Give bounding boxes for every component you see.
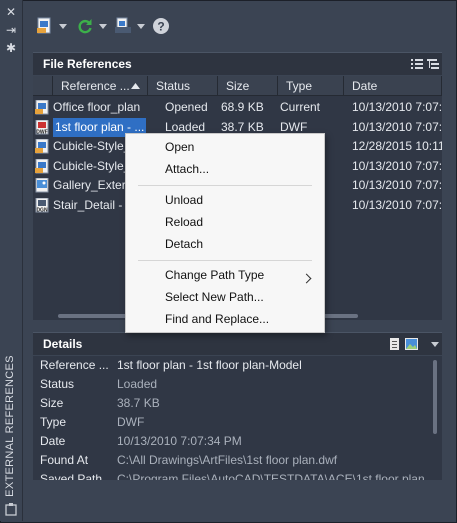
menu-item-attach[interactable]: Attach... <box>165 159 209 179</box>
column-header-size[interactable]: Size <box>218 76 278 96</box>
detail-value: Loaded <box>117 377 158 391</box>
detail-value: C:\Program Files\AutoCAD\TESTDATA\ACE\1s… <box>117 472 425 480</box>
svg-text:DWF: DWF <box>36 129 47 135</box>
detail-value: 1st floor plan - 1st floor plan-Model <box>117 358 302 372</box>
close-icon[interactable]: ✕ <box>5 6 17 18</box>
detail-label: Type <box>40 415 67 429</box>
cell-reference: Office floor_plan <box>53 100 141 114</box>
menu-item-detach[interactable]: Detach <box>165 234 203 254</box>
detail-label: Reference ... <box>40 358 109 372</box>
table-row[interactable]: Office floor_plan Opened 68.9 KB Current 10/… <box>33 98 442 117</box>
detail-value: DWF <box>117 415 145 429</box>
menu-separator <box>138 185 312 186</box>
menu-item-select-new-path[interactable]: Select New Path... <box>165 287 264 307</box>
list-view-icon[interactable] <box>411 58 423 70</box>
detail-value: C:\All Drawings\ArtFiles\1st floor plan.… <box>117 453 338 467</box>
menu-item-unload[interactable]: Unload <box>165 190 203 210</box>
chevron-down-icon[interactable] <box>431 342 439 347</box>
cell-type: Current <box>280 100 321 114</box>
attach-dwg-icon <box>37 17 51 34</box>
detail-label: Found At <box>40 453 89 467</box>
menu-item-open[interactable]: Open <box>165 137 194 157</box>
autohide-icon[interactable]: ⇥ <box>5 24 17 36</box>
help-icon: ? <box>153 18 169 34</box>
palette-titlebar[interactable]: ✕ ⇥ ✱ EXTERNAL REFERENCES <box>0 0 23 521</box>
palette-title: EXTERNAL REFERENCES <box>4 355 16 497</box>
sort-ascending-icon <box>131 83 140 89</box>
detail-label: Date <box>40 434 66 448</box>
column-header-type[interactable]: Type <box>278 76 344 96</box>
attach-button[interactable] <box>36 12 67 40</box>
file-references-header[interactable]: File References <box>33 52 442 75</box>
cell-date: 12/28/2015 10:11: <box>352 139 442 153</box>
clipboard-icon <box>5 503 17 516</box>
column-header-status[interactable]: Status <box>148 76 218 96</box>
chevron-down-icon[interactable] <box>59 23 67 29</box>
cell-date: 10/13/2010 7:07:1 <box>352 100 442 114</box>
menu-item-change-path-type[interactable]: Change Path Type <box>165 265 264 285</box>
dwg-icon <box>35 158 50 174</box>
detail-label: Saved Path <box>40 472 103 480</box>
detail-label: Status <box>40 377 75 391</box>
section-title: File References <box>43 57 132 71</box>
menu-separator <box>138 260 312 261</box>
settings-icon[interactable]: ✱ <box>5 42 17 54</box>
refresh-button[interactable] <box>76 12 107 40</box>
chevron-down-icon[interactable] <box>137 23 145 29</box>
column-header-icon <box>33 76 53 96</box>
chevron-right-icon <box>301 273 312 284</box>
change-path-icon <box>115 17 131 33</box>
dgn-icon: DGN <box>35 197 50 213</box>
preview-icon[interactable] <box>405 338 418 350</box>
cell-date: 10/13/2010 7:07:2 <box>352 197 442 212</box>
detail-value: 10/13/2010 7:07:34 PM <box>117 434 242 448</box>
details-header[interactable]: Details <box>33 332 442 355</box>
detail-label: Size <box>40 396 64 410</box>
tree-view-icon[interactable] <box>427 58 439 70</box>
image-icon <box>35 177 50 193</box>
cell-date: 10/13/2010 7:07:0 <box>352 178 442 192</box>
menu-item-reload[interactable]: Reload <box>165 212 203 232</box>
dwf-icon: DWF <box>35 119 50 135</box>
section-title: Details <box>43 337 83 351</box>
svg-text:?: ? <box>157 20 164 34</box>
details-panel: Reference ... 1st floor plan - 1st floor … <box>33 356 442 480</box>
change-path-button[interactable] <box>114 12 145 40</box>
column-header-date[interactable]: Date <box>344 76 442 96</box>
refresh-icon <box>78 19 92 34</box>
svg-text:DGN: DGN <box>36 207 48 213</box>
cell-date: 10/13/2010 7:07:4 <box>352 158 442 173</box>
chevron-down-icon[interactable] <box>99 23 107 29</box>
details-view-icon[interactable] <box>389 338 401 351</box>
cell-size: 68.9 KB <box>221 100 264 114</box>
help-button[interactable]: ? <box>152 12 170 40</box>
dwg-icon <box>35 138 50 154</box>
context-menu: Open Attach... Unload Reload Detach Chan… <box>125 133 325 333</box>
menu-item-find-and-replace[interactable]: Find and Replace... <box>165 309 269 329</box>
cell-date: 10/13/2010 7:07:3 <box>352 119 442 134</box>
detail-value: 38.7 KB <box>117 396 160 410</box>
dwg-icon <box>35 99 50 115</box>
vertical-scrollbar[interactable] <box>433 360 437 434</box>
cell-status: Opened <box>165 100 208 114</box>
column-header-reference[interactable]: Reference ... <box>53 76 148 96</box>
